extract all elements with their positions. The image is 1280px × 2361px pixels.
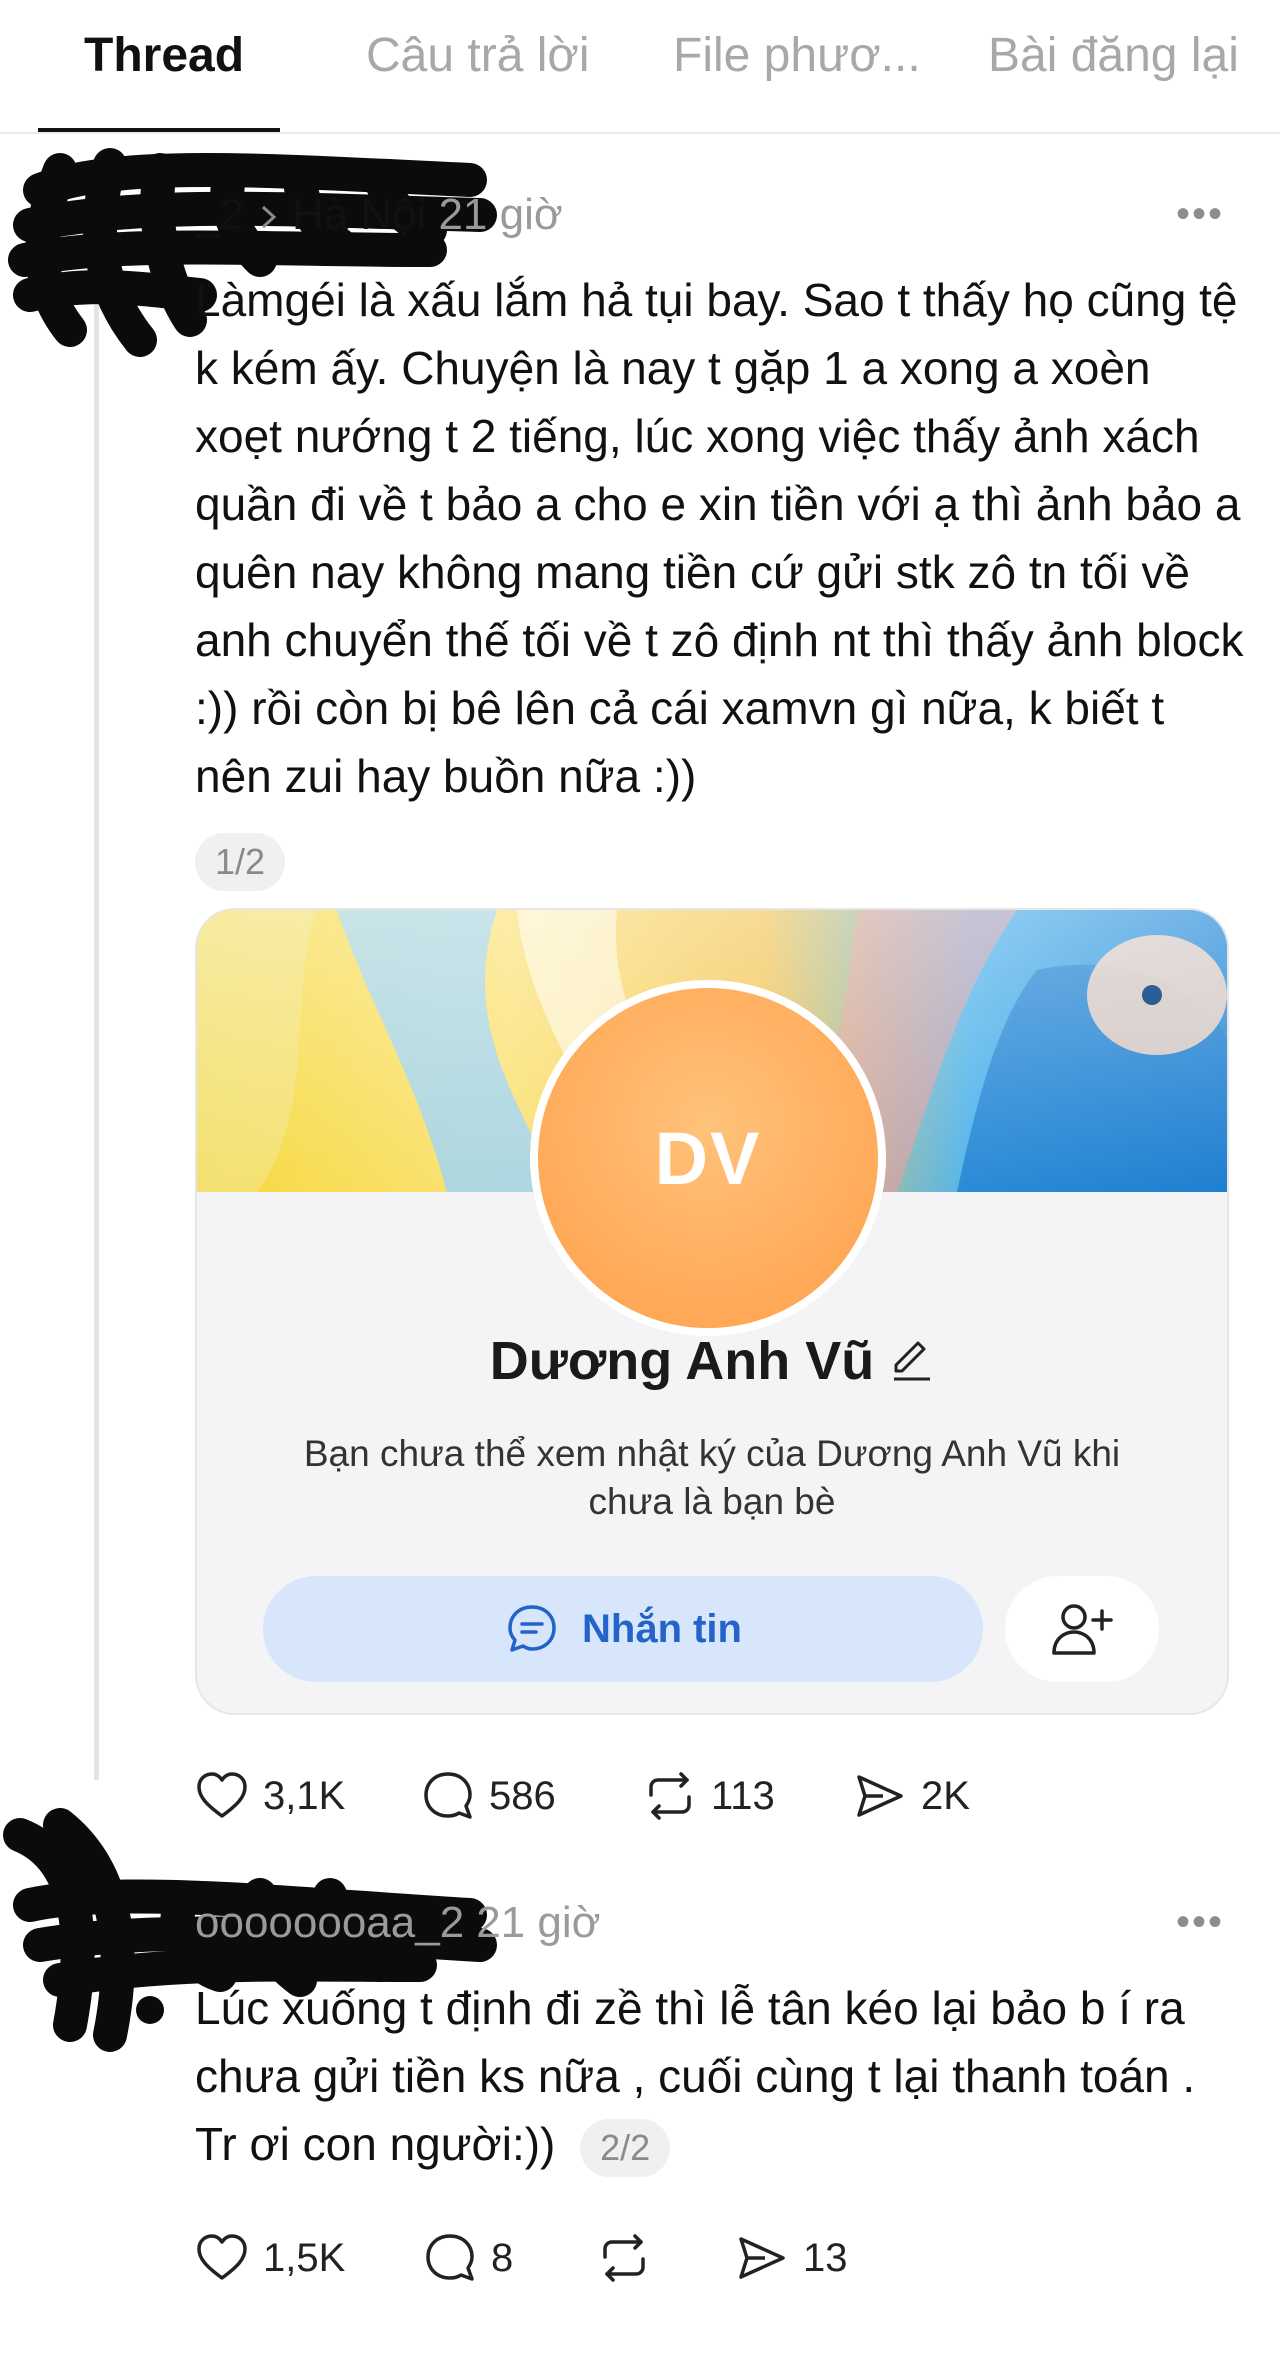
share-button[interactable]: 13: [735, 2231, 848, 2285]
post-time: 21 giờ: [438, 190, 563, 239]
repost-icon: [603, 2234, 645, 2282]
chat-icon: [508, 1605, 556, 1652]
location-label[interactable]: Hà Nội: [292, 190, 427, 239]
username[interactable]: oooooooaa_2: [195, 1898, 464, 1947]
post-time: 21 giờ: [476, 1898, 601, 1947]
comment-bubble-icon: [426, 2234, 474, 2281]
share-count: 2K: [921, 1773, 970, 1818]
repost-button[interactable]: 113: [643, 1769, 775, 1823]
add-friend-button[interactable]: [1005, 1576, 1159, 1682]
send-icon: [857, 1775, 903, 1817]
comment-count: 8: [491, 2235, 514, 2280]
tab-reposts[interactable]: Bài đăng lại: [988, 28, 1239, 83]
thread-pager-badge: 2/2: [580, 2118, 671, 2177]
tab-thread[interactable]: Thread: [84, 28, 244, 83]
more-options-button[interactable]: •••: [1176, 1900, 1224, 1945]
thread-connector-line: [94, 300, 99, 1780]
message-button-label: Nhắn tin: [582, 1606, 742, 1651]
add-friend-icon: [1052, 1604, 1113, 1655]
repost-count: 113: [711, 1773, 775, 1818]
post-header: oooooooaa_2 21 giờ: [195, 1898, 600, 1948]
post-header: _2 Hà Nội 21 giờ: [195, 190, 563, 240]
post-body: Làmgéi là xấu lắm hả tụi bay. Sao t thấy…: [195, 266, 1245, 892]
username[interactable]: _2: [195, 190, 244, 239]
thread-pager-badge: 1/2: [195, 832, 286, 891]
post-body: Lúc xuống t định đi zề thì lễ tân kéo lạ…: [195, 1974, 1245, 2178]
pencil-icon[interactable]: [886, 1335, 934, 1383]
send-icon: [739, 2237, 785, 2279]
post-text: Lúc xuống t định đi zề thì lễ tân kéo lạ…: [195, 1982, 1196, 2170]
tab-media[interactable]: File phươ...: [673, 28, 921, 83]
profile-name: Dương Anh Vũ: [489, 1331, 875, 1391]
more-options-button[interactable]: •••: [1176, 192, 1224, 237]
repost-button[interactable]: [597, 2231, 665, 2285]
profile-card[interactable]: DV Dương Anh Vũ Bạn chưa thể xem nhật ký…: [195, 908, 1229, 1715]
comment-button[interactable]: 8: [423, 2231, 513, 2285]
heart-icon: [197, 2234, 247, 2280]
share-count: 13: [803, 2235, 848, 2280]
like-button[interactable]: 1,5K: [195, 2231, 345, 2285]
chevron-right-icon: [261, 206, 277, 229]
profile-privacy-notice: Bạn chưa thể xem nhật ký của Dương Anh V…: [303, 1433, 1121, 1522]
share-button[interactable]: 2K: [853, 1769, 970, 1823]
profile-tabs: Thread Câu trả lời File phươ... Bài đăng…: [0, 0, 1280, 134]
like-count: 1,5K: [263, 2235, 346, 2280]
profile-name-row: Dương Anh Vũ: [197, 1330, 1227, 1392]
message-button[interactable]: Nhắn tin: [263, 1576, 983, 1682]
profile-avatar[interactable]: DV: [530, 980, 886, 1336]
tab-replies[interactable]: Câu trả lời: [366, 28, 590, 83]
post-text: Làmgéi là xấu lắm hả tụi bay. Sao t thấy…: [195, 274, 1244, 802]
repost-icon: [649, 1772, 691, 1820]
